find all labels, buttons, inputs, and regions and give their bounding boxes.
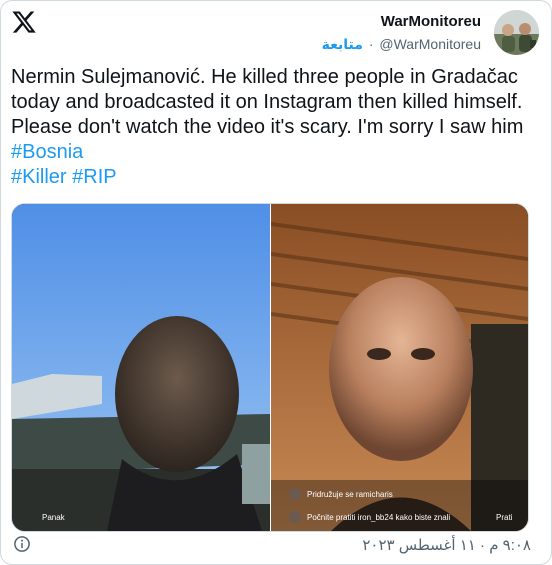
video-frame-right-image: Pridružuje se ramicharis Počnite pratiti… <box>271 204 528 531</box>
media-frame-right[interactable]: Pridružuje se ramicharis Počnite pratiti… <box>271 204 528 531</box>
tweet-body: Nermin Sulejmanović. He killed three peo… <box>11 66 524 138</box>
handle-line: متابعة · @WarMonitoreu <box>322 36 481 53</box>
tweet-header: WarMonitoreu متابعة · @WarMonitoreu <box>322 13 481 53</box>
info-icon[interactable] <box>13 535 31 553</box>
media-frame-left[interactable]: Panak <box>12 204 270 531</box>
follow-button[interactable]: متابعة <box>322 36 363 52</box>
tweet-text: Nermin Sulejmanović. He killed three peo… <box>11 65 536 190</box>
tweet-card: WarMonitoreu متابعة · @WarMonitoreu Nerm… <box>0 0 552 565</box>
hashtag-rip[interactable]: #RIP <box>72 166 116 188</box>
overlay-follow-action: Prati <box>496 513 513 522</box>
tweet-media[interactable]: Panak Pridružuje se ramicharis Počnite p… <box>11 203 529 532</box>
video-frame-left-image: Panak <box>12 204 270 531</box>
separator-dot: · <box>368 36 374 52</box>
avatar-image <box>494 10 539 55</box>
hashtag-bosnia[interactable]: #Bosnia <box>11 141 83 163</box>
tweet-footer: ٩:٠٨ م · ١١ أغسطس ٢٠٢٣ <box>13 535 539 557</box>
avatar[interactable] <box>494 10 539 55</box>
user-handle[interactable]: @WarMonitoreu <box>379 36 481 52</box>
tweet-timestamp[interactable]: ٩:٠٨ م · ١١ أغسطس ٢٠٢٣ <box>362 536 531 554</box>
x-logo-icon[interactable] <box>11 9 37 35</box>
overlay-comment-2: Počnite pratiti iron_bb24 kako biste zna… <box>307 513 450 522</box>
overlay-username: Panak <box>42 513 66 522</box>
display-name[interactable]: WarMonitoreu <box>322 13 481 30</box>
overlay-comment-1: Pridružuje se ramicharis <box>307 490 393 499</box>
hashtag-killer[interactable]: #Killer <box>11 166 67 188</box>
